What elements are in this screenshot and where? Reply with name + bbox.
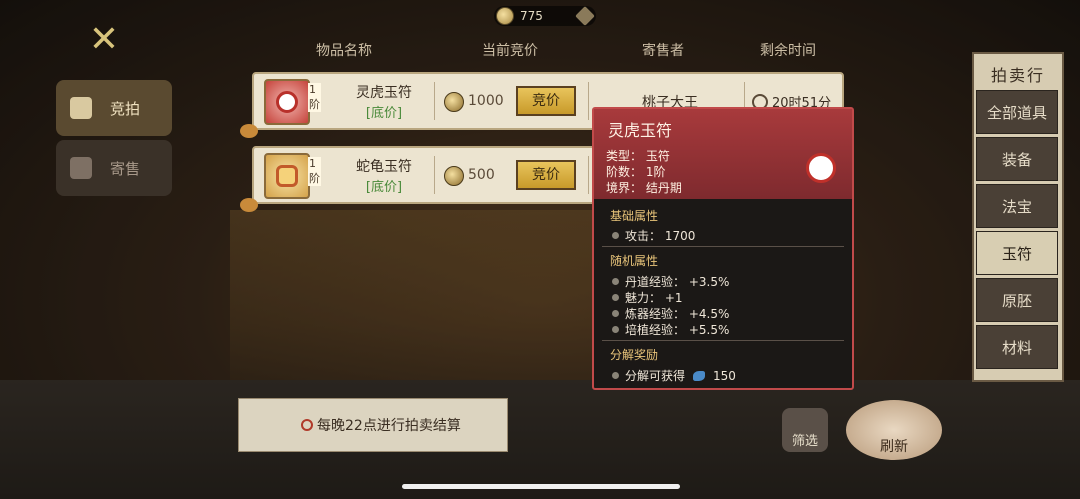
currency-display: 775 [494, 6, 596, 26]
header-seller: 寄售者 [642, 43, 684, 59]
tooltip-tier: 阶数： 1阶 [606, 165, 666, 179]
plus-icon[interactable] [575, 6, 595, 26]
divider [602, 246, 844, 247]
bullet-icon [612, 372, 619, 379]
category-material[interactable]: 材料 [976, 325, 1058, 369]
currency-amount: 775 [520, 9, 543, 23]
tab-bidding-label: 竞拍 [110, 99, 141, 118]
item-tooltip: 灵虎玉符 类型： 玉符 阶数： 1阶 境界： 结丹期 基础属性 攻击： 1700… [592, 107, 854, 390]
bullet-icon [612, 294, 619, 301]
coin-icon [444, 92, 464, 112]
divider [602, 340, 844, 341]
random-stat: 魅力： +1 [612, 289, 683, 306]
item-price-type: [底价] [365, 106, 403, 121]
gavel-icon [70, 97, 92, 119]
item-icon[interactable]: 1阶 [264, 79, 321, 125]
settlement-notice: 每晚22点进行拍卖结算 [238, 398, 508, 452]
bullet-icon [612, 232, 619, 239]
pin-decoration-icon [240, 124, 258, 138]
pin-decoration-icon [240, 198, 258, 212]
random-stat: 培植经验： +5.5% [612, 321, 729, 338]
bullet-icon [612, 326, 619, 333]
bid-button[interactable]: 竞价 [516, 160, 576, 190]
category-equipment[interactable]: 装备 [976, 137, 1058, 181]
close-icon[interactable]: ✕ [86, 22, 122, 58]
base-attr-title: 基础属性 [610, 209, 659, 223]
home-indicator[interactable] [402, 484, 680, 489]
current-bid: 500 [468, 167, 495, 183]
random-stat-text: 丹道经验： +3.5% [625, 275, 730, 289]
category-all[interactable]: 全部道具 [976, 90, 1058, 134]
alert-icon [301, 419, 313, 431]
shop-icon [70, 157, 92, 179]
item-name: 灵虎玉符 [356, 85, 412, 101]
random-attr-title: 随机属性 [610, 254, 659, 268]
item-icon[interactable]: 1阶 [264, 153, 321, 199]
item-tier: 1阶 [308, 83, 321, 112]
random-stat: 炼器经验： +4.5% [612, 305, 729, 322]
reward-text: 分解可获得 [625, 369, 686, 383]
turtle-emblem-icon [276, 165, 298, 187]
random-stat-text: 炼器经验： +4.5% [625, 307, 730, 321]
category-title: 拍卖行 [990, 66, 1045, 85]
random-stat: 丹道经验： +3.5% [612, 273, 729, 290]
base-stat: 攻击： 1700 [612, 227, 695, 244]
tab-consign-label: 寄售 [110, 159, 141, 178]
random-stat-text: 魅力： +1 [625, 291, 683, 305]
header-time: 剩余时间 [760, 43, 816, 59]
category-treasure[interactable]: 法宝 [976, 184, 1058, 228]
tooltip-title: 灵虎玉符 [608, 121, 673, 140]
tooltip-realm: 境界： 结丹期 [606, 181, 682, 195]
bid-button[interactable]: 竞价 [516, 86, 576, 116]
random-stat-text: 培植经验： +5.5% [625, 323, 730, 337]
current-bid: 1000 [468, 93, 504, 109]
divider [434, 82, 435, 120]
refresh-button[interactable]: 刷新 [846, 400, 942, 460]
tiger-emblem-icon [276, 91, 298, 113]
header-price: 当前竞价 [482, 43, 538, 59]
material-icon [693, 370, 706, 381]
item-name: 蛇龟玉符 [356, 159, 412, 175]
category-talisman[interactable]: 玉符 [976, 231, 1058, 275]
reward-value: 150 [713, 368, 736, 383]
divider [588, 82, 589, 120]
header-name: 物品名称 [316, 43, 372, 59]
tiger-emblem-icon [806, 153, 836, 183]
coin-icon [444, 166, 464, 186]
tab-bidding[interactable]: 竞拍 [56, 80, 172, 136]
reward-line: 分解可获得 150 [612, 367, 736, 384]
filter-button[interactable]: 筛选 [782, 408, 828, 452]
bullet-icon [612, 278, 619, 285]
tooltip-header: 灵虎玉符 类型： 玉符 阶数： 1阶 境界： 结丹期 [594, 109, 852, 199]
item-price-type: [底价] [365, 180, 403, 195]
coin-icon [496, 7, 514, 25]
divider [588, 156, 589, 194]
tab-consign[interactable]: 寄售 [56, 140, 172, 196]
divider [434, 156, 435, 194]
reward-title: 分解奖励 [610, 348, 659, 362]
base-stat-text: 攻击： 1700 [625, 229, 696, 243]
tooltip-type: 类型： 玉符 [606, 149, 670, 163]
item-tier: 1阶 [308, 157, 321, 186]
notice-text: 每晚22点进行拍卖结算 [317, 418, 461, 434]
bullet-icon [612, 310, 619, 317]
category-blank[interactable]: 原胚 [976, 278, 1058, 322]
